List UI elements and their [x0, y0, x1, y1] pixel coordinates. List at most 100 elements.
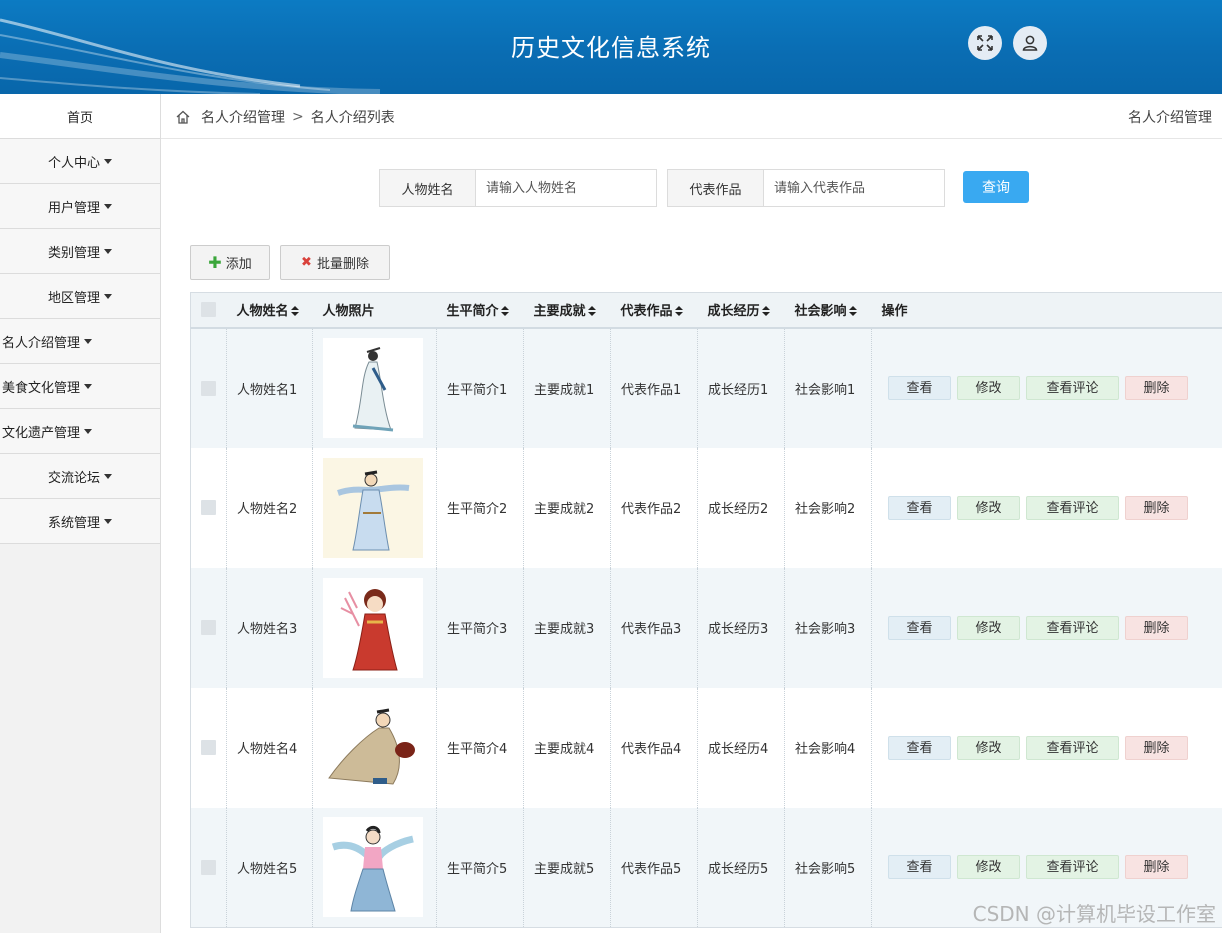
delete-button[interactable]: 删除 — [1125, 376, 1188, 400]
cell-growth: 成长经历5 — [697, 807, 785, 928]
cell-name: 人物姓名3 — [226, 567, 313, 688]
select-all-checkbox[interactable] — [201, 302, 216, 318]
cell-work: 代表作品3 — [610, 567, 698, 688]
column-header-actions: 操作 — [871, 292, 1222, 329]
sidebar-item-label: 美食文化管理 — [2, 380, 81, 396]
batch-delete-button[interactable]: ✖ 批量删除 — [280, 245, 390, 280]
sidebar-item-celebrity-management[interactable]: 名人介绍管理 — [0, 319, 160, 364]
person-photo[interactable] — [323, 697, 423, 798]
sidebar-item-heritage-management[interactable]: 文化遗产管理 — [0, 409, 160, 454]
sort-icon[interactable] — [290, 306, 299, 317]
edit-button[interactable]: 修改 — [957, 495, 1020, 520]
column-header-bio[interactable]: 生平简介 — [436, 292, 524, 329]
sidebar-item-food-culture-management[interactable]: 美食文化管理 — [0, 364, 160, 409]
row-checkbox[interactable] — [201, 380, 216, 396]
delete-button[interactable]: 删除 — [1125, 615, 1188, 640]
sidebar-item-home[interactable]: 首页 — [0, 94, 160, 139]
edit-button[interactable]: 修改 — [957, 615, 1020, 640]
work-search-input[interactable] — [764, 170, 944, 206]
person-photo[interactable] — [323, 338, 423, 438]
cell-work: 代表作品1 — [610, 327, 698, 448]
work-search-label: 代表作品 — [668, 170, 764, 206]
sort-icon[interactable] — [761, 306, 770, 317]
column-header-name[interactable]: 人物姓名 — [226, 292, 313, 329]
view-comments-button[interactable]: 查看评论 — [1026, 376, 1119, 400]
cell-photo — [312, 327, 437, 448]
row-checkbox[interactable] — [201, 859, 216, 875]
expand-icon — [977, 35, 993, 51]
sidebar-item-system-management[interactable]: 系统管理 — [0, 499, 160, 544]
sort-icon[interactable] — [500, 306, 509, 317]
cell-growth: 成长经历1 — [697, 327, 785, 448]
cell-growth: 成长经历4 — [697, 687, 785, 808]
cell-influence: 社会影响1 — [784, 327, 872, 448]
cell-influence: 社会影响2 — [784, 447, 872, 568]
sidebar-item-region-management[interactable]: 地区管理 — [0, 274, 160, 319]
sidebar-item-category-management[interactable]: 类别管理 — [0, 229, 160, 274]
delete-button[interactable]: 删除 — [1125, 855, 1188, 880]
sidebar-item-label: 用户管理 — [47, 200, 100, 216]
breadcrumb-level1[interactable]: 名人介绍管理 — [201, 107, 285, 127]
sort-icon[interactable] — [674, 306, 683, 317]
sidebar-item-label: 系统管理 — [47, 515, 100, 531]
row-checkbox[interactable] — [201, 740, 216, 755]
breadcrumb-separator: > — [292, 109, 304, 125]
name-search-label: 人物姓名 — [380, 170, 476, 206]
view-comments-button[interactable]: 查看评论 — [1026, 495, 1119, 520]
home-icon[interactable] — [175, 109, 191, 125]
column-header-label: 操作 — [881, 304, 908, 320]
cell-bio: 生平简介3 — [436, 567, 524, 688]
edit-button[interactable]: 修改 — [957, 855, 1020, 880]
cell-bio: 生平简介2 — [436, 447, 524, 568]
cell-achievement: 主要成就1 — [523, 327, 611, 448]
cell-growth: 成长经历2 — [697, 447, 785, 568]
edit-button[interactable]: 修改 — [957, 735, 1020, 760]
cell-achievement: 主要成就5 — [523, 807, 611, 928]
column-header-influence[interactable]: 社会影响 — [784, 292, 872, 329]
sidebar-item-label: 文化遗产管理 — [2, 425, 81, 441]
sidebar-item-user-management[interactable]: 用户管理 — [0, 184, 160, 229]
view-button[interactable]: 查看 — [888, 615, 951, 640]
name-search-input[interactable] — [476, 170, 656, 206]
sidebar-item-label: 名人介绍管理 — [2, 335, 81, 351]
sidebar-item-forum[interactable]: 交流论坛 — [0, 454, 160, 499]
cell-name: 人物姓名5 — [226, 807, 313, 928]
cell-photo — [312, 447, 437, 568]
person-photo[interactable] — [323, 457, 423, 558]
sort-icon[interactable] — [848, 306, 857, 317]
view-button[interactable]: 查看 — [888, 376, 951, 400]
view-comments-button[interactable]: 查看评论 — [1026, 735, 1119, 760]
view-button[interactable]: 查看 — [888, 735, 951, 760]
person-photo[interactable] — [323, 577, 423, 678]
work-search-group: 代表作品 — [667, 169, 945, 207]
table-header-row: 人物姓名 人物照片 生平简介 主要成就 代表作品 成长经历 社会影响 操作 — [190, 292, 1222, 329]
view-button[interactable]: 查看 — [888, 495, 951, 520]
cell-name: 人物姓名1 — [226, 327, 313, 448]
delete-button[interactable]: 删除 — [1125, 495, 1188, 520]
query-button[interactable]: 查询 — [963, 171, 1029, 203]
sidebar-item-personal-center[interactable]: 个人中心 — [0, 139, 160, 184]
view-button[interactable]: 查看 — [888, 855, 951, 880]
view-comments-button[interactable]: 查看评论 — [1026, 615, 1119, 640]
column-header-work[interactable]: 代表作品 — [610, 292, 698, 329]
cell-name: 人物姓名2 — [226, 447, 313, 568]
view-comments-button[interactable]: 查看评论 — [1026, 855, 1119, 880]
sort-icon[interactable] — [587, 306, 596, 317]
column-header-achievement[interactable]: 主要成就 — [523, 292, 611, 329]
table-row: 人物姓名3 生平简介3 主要成就3 代表作品3 成长经历3 社会影响3 查看 修改… — [190, 567, 1222, 688]
person-photo[interactable] — [323, 817, 423, 918]
cell-name: 人物姓名4 — [226, 687, 313, 808]
user-menu-button[interactable] — [1013, 26, 1047, 60]
add-button-label: 添加 — [225, 257, 252, 272]
cell-achievement: 主要成就3 — [523, 567, 611, 688]
add-button[interactable]: ✚ 添加 — [190, 245, 270, 280]
edit-button[interactable]: 修改 — [957, 376, 1020, 400]
fullscreen-button[interactable] — [968, 26, 1002, 60]
column-header-label: 成长经历 — [707, 304, 760, 320]
column-header-growth[interactable]: 成长经历 — [697, 292, 785, 329]
column-header-label: 人物照片 — [322, 304, 375, 320]
delete-button[interactable]: 删除 — [1125, 735, 1188, 760]
row-checkbox[interactable] — [201, 620, 216, 635]
row-checkbox[interactable] — [201, 500, 216, 515]
plus-icon: ✚ — [208, 253, 222, 272]
